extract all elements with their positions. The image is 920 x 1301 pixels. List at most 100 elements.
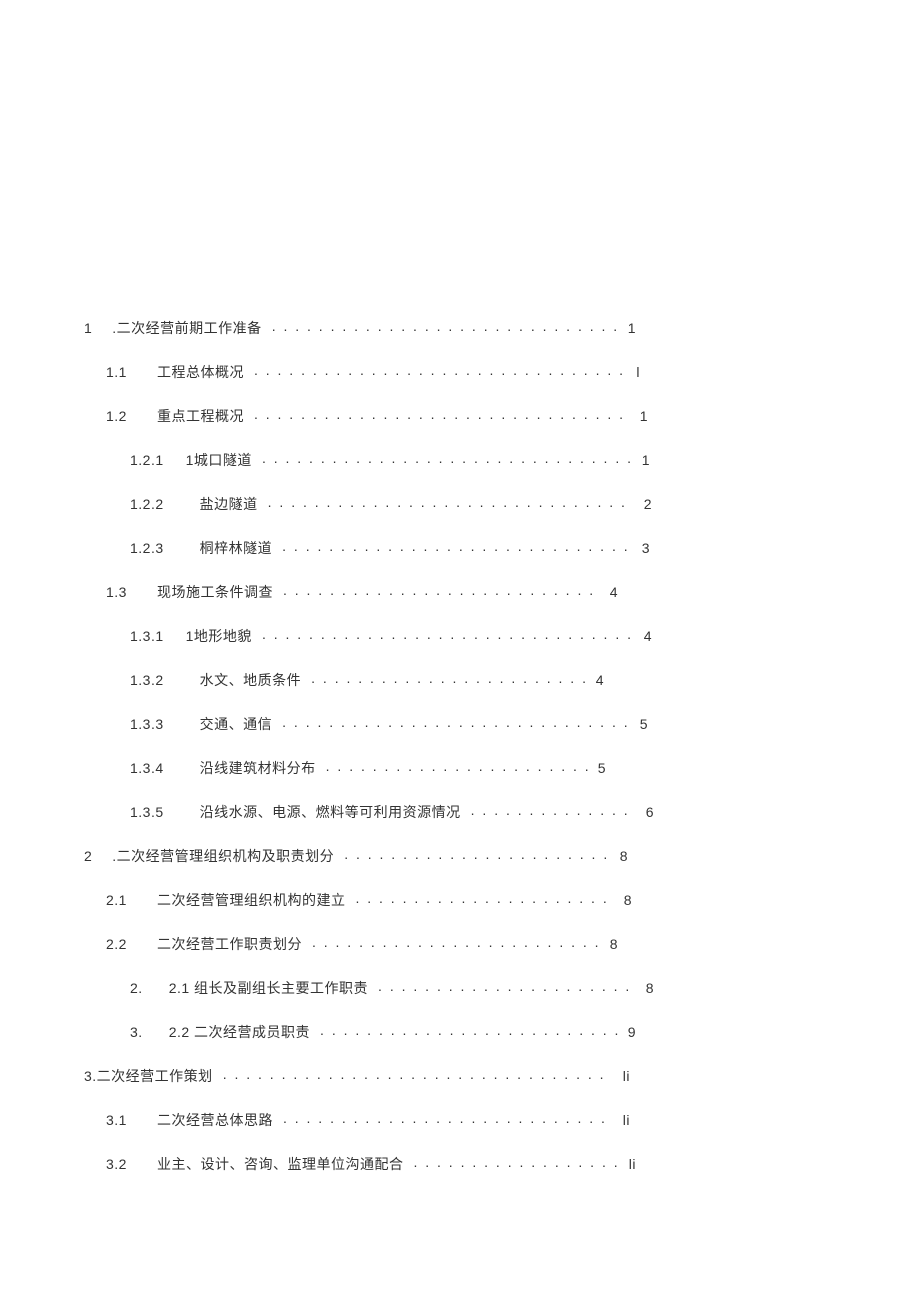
toc-leader-dots xyxy=(282,715,630,729)
toc-entry-title: 2.1 组长及副组长主要工作职责 xyxy=(169,978,374,998)
toc-entry-number: 3. xyxy=(130,1024,155,1040)
toc-entry-title: 2.2 二次经营成员职责 xyxy=(169,1022,316,1042)
toc-entry-title: 二次经营管理组织机构的建立 xyxy=(157,890,352,910)
toc-entry-title: 工程总体概况 xyxy=(157,362,250,382)
toc-entry-number: 1.3.1 xyxy=(130,628,176,644)
toc-leader-dots xyxy=(254,407,630,421)
toc-entry-number: 2.2 xyxy=(106,936,139,952)
toc-entry-page: 2 xyxy=(638,496,652,512)
toc-leader-dots xyxy=(344,847,610,861)
toc-entry-number: 1.2 xyxy=(106,408,139,424)
toc-entry: 1.3.4 沿线建筑材料分布 5 xyxy=(130,758,830,778)
toc-entry: 2.1 二次经营管理组织机构的建立 8 xyxy=(106,890,830,910)
toc-leader-dots xyxy=(254,363,622,377)
toc-entry-title: 3.二次经营工作策划 xyxy=(84,1066,219,1086)
toc-entry-number: 3.1 xyxy=(106,1112,139,1128)
toc-leader-dots xyxy=(312,935,600,949)
toc-entry: 3. 2.2 二次经营成员职责 9 xyxy=(130,1022,830,1042)
toc-leader-dots xyxy=(283,583,600,597)
toc-entry-number: 1.3.4 xyxy=(130,760,176,776)
toc-entry: 2 .二次经营管理组织机构及职责划分 8 xyxy=(84,846,830,866)
toc-entry-title: .二次经营管理组织机构及职责划分 xyxy=(112,846,340,866)
toc-entry: 1.3.1 1地形地貌 4 xyxy=(130,626,830,646)
toc-entry-page: li xyxy=(616,1068,630,1084)
toc-entry-page: 1 xyxy=(634,408,648,424)
toc-entry: 1.2 重点工程概况 1 xyxy=(106,406,830,426)
toc-entry: 2. 2.1 组长及副组长主要工作职责 8 xyxy=(130,978,830,998)
toc-entry: 1.3 现场施工条件调查 4 xyxy=(106,582,830,602)
toc-entry-page: 8 xyxy=(640,980,654,996)
toc-entry-number: 1.3 xyxy=(106,584,139,600)
toc-leader-dots xyxy=(268,495,634,509)
toc-entry-number: 3.2 xyxy=(106,1156,139,1172)
toc-entry-number: 1.3.3 xyxy=(130,716,176,732)
toc-entry-number: 1.2.3 xyxy=(130,540,176,556)
toc-entry-page: li xyxy=(622,1156,636,1172)
toc-entry: 1.3.2水文、地质条件4 xyxy=(130,670,830,690)
toc-entry: 2.2 二次经营工作职责划分 8 xyxy=(106,934,830,954)
toc-leader-dots xyxy=(471,803,636,817)
toc-leader-dots xyxy=(378,979,636,993)
toc-entry: 1.3.5 沿线水源、电源、燃料等可利用资源情况 6 xyxy=(130,802,830,822)
toc-entry-title: 1地形地貌 xyxy=(186,626,258,646)
toc-leader-dots xyxy=(223,1067,612,1081)
toc-entry-title: 盐边隧道 xyxy=(200,494,264,514)
toc-entry: 1.2.3 桐梓林隧道 3 xyxy=(130,538,830,558)
toc-entry-page: 5 xyxy=(634,716,648,732)
toc-entry: 1 .二次经营前期工作准备 1 xyxy=(84,318,830,338)
toc-entry-title: 业主、设计、咨询、监理单位沟通配合 xyxy=(157,1154,410,1174)
toc-entry-number: 1.3.5 xyxy=(130,804,176,820)
toc-entry-page: 6 xyxy=(640,804,654,820)
toc-entry-number: 1.3.2 xyxy=(130,672,176,688)
toc-leader-dots xyxy=(355,891,613,905)
toc-entry-page: 8 xyxy=(604,936,618,952)
toc-entry-number: 1.1 xyxy=(106,364,139,380)
toc-leader-dots xyxy=(282,539,632,553)
toc-entry-page: 8 xyxy=(614,848,628,864)
toc-entry-page: li xyxy=(616,1112,630,1128)
toc-leader-dots xyxy=(311,671,586,685)
toc-leader-dots xyxy=(262,451,632,465)
toc-entry-title: 交通、通信 xyxy=(200,714,279,734)
toc-entry-page: l xyxy=(626,364,640,380)
toc-leader-dots xyxy=(413,1155,618,1169)
toc-entry-number: 2 xyxy=(84,848,104,864)
toc-entry: 1.2.2 盐边隧道 2 xyxy=(130,494,830,514)
toc-entry-page: 9 xyxy=(622,1024,636,1040)
toc-entry-page: 4 xyxy=(590,672,604,688)
toc-entry-title: 1城口隧道 xyxy=(186,450,258,470)
page-container: 1 .二次经营前期工作准备 1 1.1 工程总体概况 l 1.2 重点工程概况 1 1.2.1 1城… xyxy=(0,0,920,1174)
toc-entry: 3.1 二次经营总体思路 li xyxy=(106,1110,830,1130)
toc-entry-page: 4 xyxy=(604,584,618,600)
toc-entry-title: 二次经营工作职责划分 xyxy=(157,934,308,954)
toc-entry-page: 3 xyxy=(636,540,650,556)
toc-entry-title: 重点工程概况 xyxy=(157,406,250,426)
toc-entry-number: 1.2.2 xyxy=(130,496,176,512)
toc-entry: 1.1 工程总体概况 l xyxy=(106,362,830,382)
table-of-contents: 1 .二次经营前期工作准备 1 1.1 工程总体概况 l 1.2 重点工程概况 1 1.2.1 1城… xyxy=(84,318,830,1174)
toc-entry-page: 1 xyxy=(622,320,636,336)
toc-entry: 1.2.1 1城口隧道 1 xyxy=(130,450,830,470)
toc-entry-title: .二次经营前期工作准备 xyxy=(112,318,267,338)
toc-leader-dots xyxy=(283,1111,612,1125)
toc-leader-dots xyxy=(262,627,634,641)
toc-entry-title: 沿线建筑材料分布 xyxy=(200,758,322,778)
toc-entry-number: 1 xyxy=(84,320,104,336)
toc-entry-title: 二次经营总体思路 xyxy=(157,1110,279,1130)
toc-entry-title: 桐梓林隧道 xyxy=(200,538,279,558)
toc-entry-page: 8 xyxy=(618,892,632,908)
toc-entry-page: 5 xyxy=(592,760,606,776)
toc-entry-page: 4 xyxy=(638,628,652,644)
toc-entry-title: 现场施工条件调查 xyxy=(157,582,279,602)
toc-entry: 3.2 业主、设计、咨询、监理单位沟通配合 li xyxy=(106,1154,830,1174)
toc-entry-number: 2.1 xyxy=(106,892,139,908)
toc-leader-dots xyxy=(326,759,588,773)
toc-entry: 1.3.3 交通、通信 5 xyxy=(130,714,830,734)
toc-entry-page: 1 xyxy=(636,452,650,468)
toc-entry: 3.二次经营工作策划 li xyxy=(84,1066,830,1086)
toc-leader-dots xyxy=(320,1023,618,1037)
toc-entry-title: 沿线水源、电源、燃料等可利用资源情况 xyxy=(200,802,467,822)
toc-entry-number: 2. xyxy=(130,980,155,996)
toc-entry-number: 1.2.1 xyxy=(130,452,176,468)
toc-leader-dots xyxy=(272,319,618,333)
